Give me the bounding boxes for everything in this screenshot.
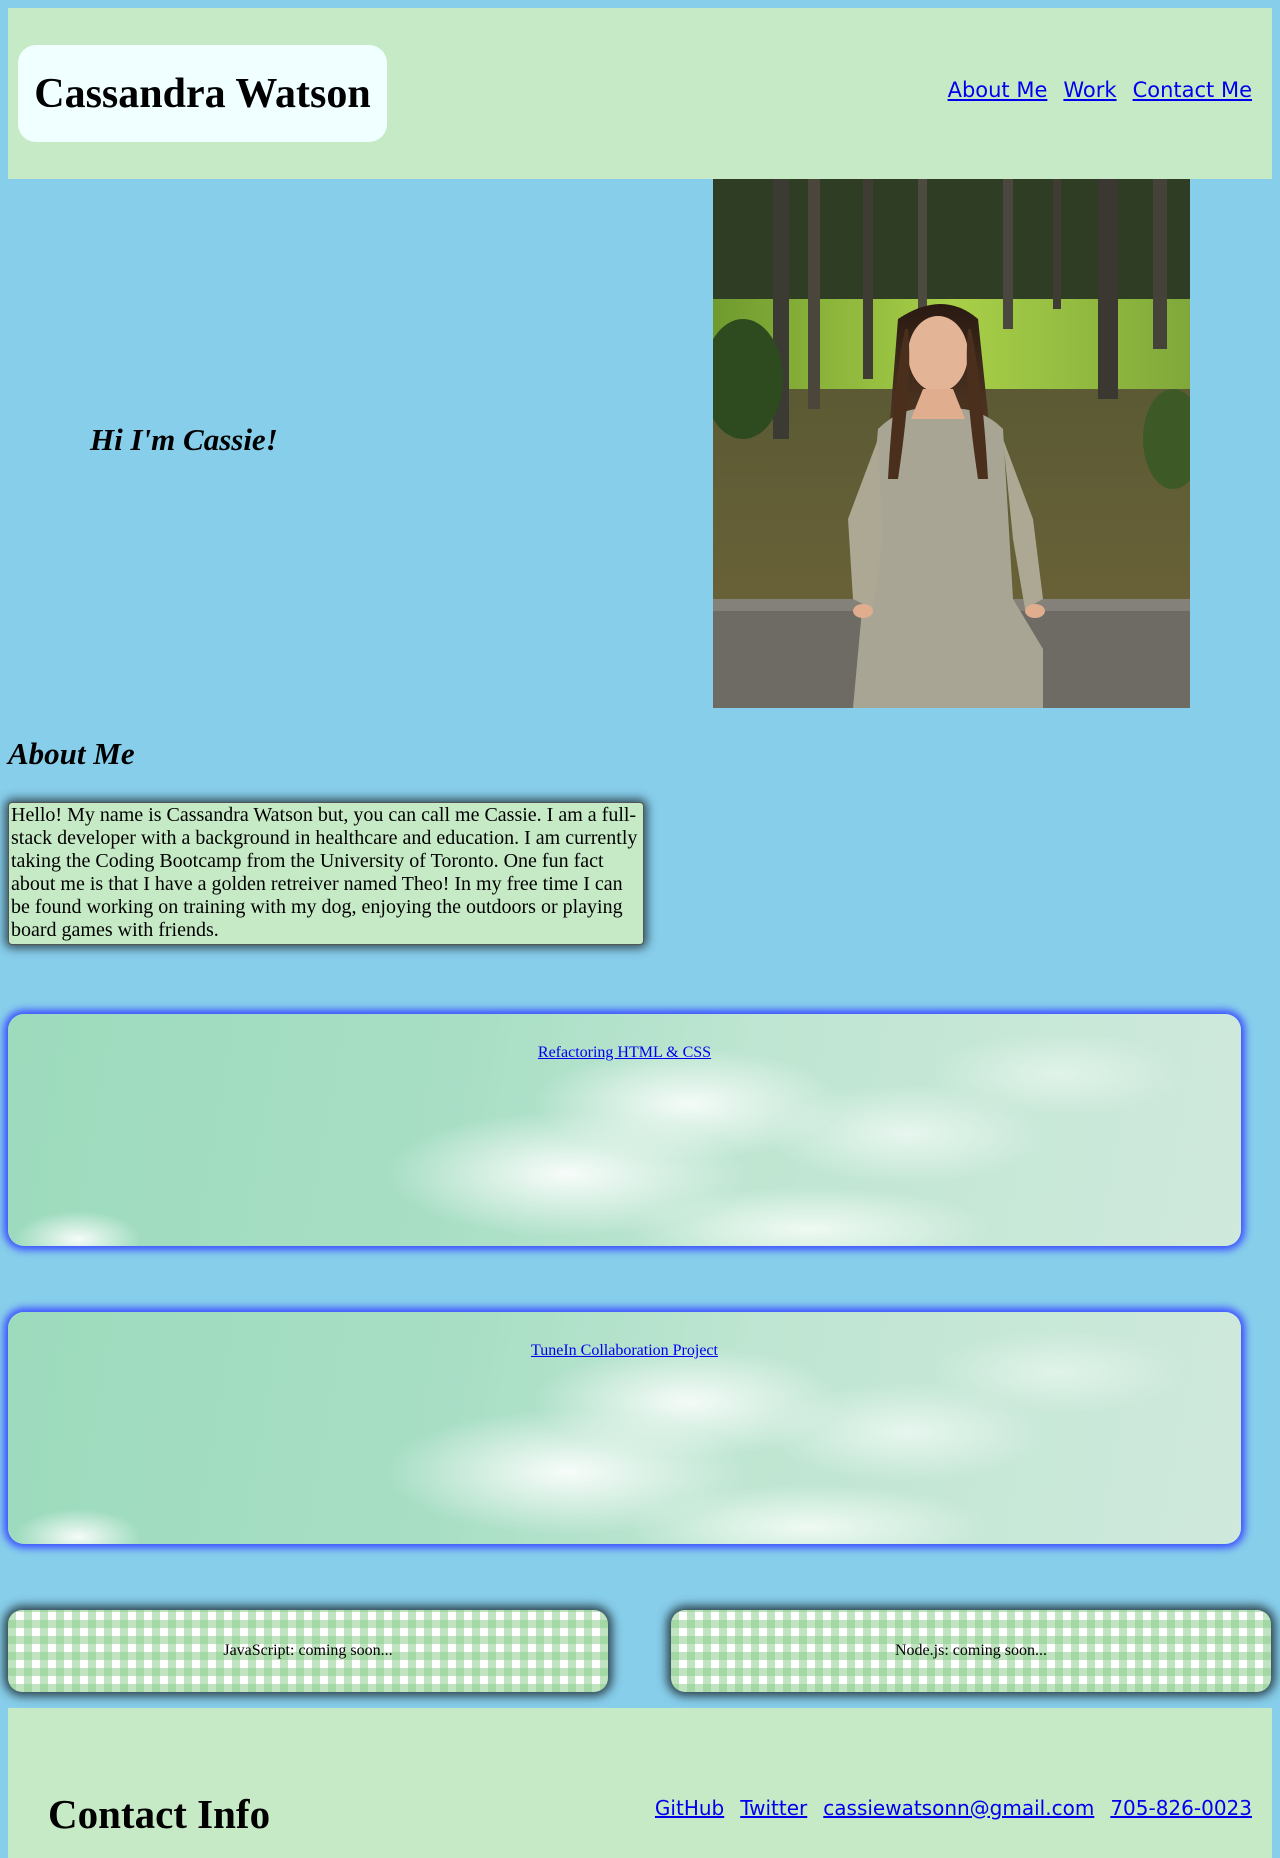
nav-link-about-me[interactable]: About Me: [948, 78, 1048, 102]
site-title: Cassandra Watson: [34, 70, 371, 117]
nav-link-contact-me[interactable]: Contact Me: [1133, 78, 1252, 102]
name-badge: Cassandra Watson: [18, 45, 387, 142]
coming-soon-javascript: JavaScript: coming soon...: [8, 1610, 608, 1692]
contact-links: GitHub Twitter cassiewatsonn@gmail.com 7…: [655, 1796, 1252, 1820]
project-card-refactoring[interactable]: Refactoring HTML & CSS: [8, 1014, 1241, 1246]
main-nav: About Me Work Contact Me: [948, 78, 1252, 102]
profile-photo: [713, 179, 1190, 708]
project-link-refactoring[interactable]: Refactoring HTML & CSS: [8, 1044, 1241, 1062]
project-card-tunein[interactable]: TuneIn Collaboration Project: [8, 1312, 1241, 1544]
about-heading: About Me: [8, 736, 135, 771]
email-link[interactable]: cassiewatsonn@gmail.com: [823, 1796, 1094, 1820]
hero-greeting: Hi I'm Cassie!: [90, 422, 278, 457]
profile-photo-illustration: [713, 179, 1190, 708]
project-link-tunein[interactable]: TuneIn Collaboration Project: [8, 1342, 1241, 1360]
phone-link[interactable]: 705-826-0023: [1110, 1796, 1252, 1820]
twitter-link[interactable]: Twitter: [740, 1796, 807, 1820]
coming-soon-nodejs: Node.js: coming soon...: [671, 1610, 1271, 1692]
about-paragraph: Hello! My name is Cassandra Watson but, …: [8, 802, 644, 945]
contact-footer: Contact Info GitHub Twitter cassiewatson…: [8, 1708, 1272, 1858]
github-link[interactable]: GitHub: [655, 1796, 724, 1820]
contact-heading: Contact Info: [48, 1791, 271, 1837]
nav-link-work[interactable]: Work: [1063, 78, 1116, 102]
site-header: Cassandra Watson About Me Work Contact M…: [8, 8, 1272, 179]
